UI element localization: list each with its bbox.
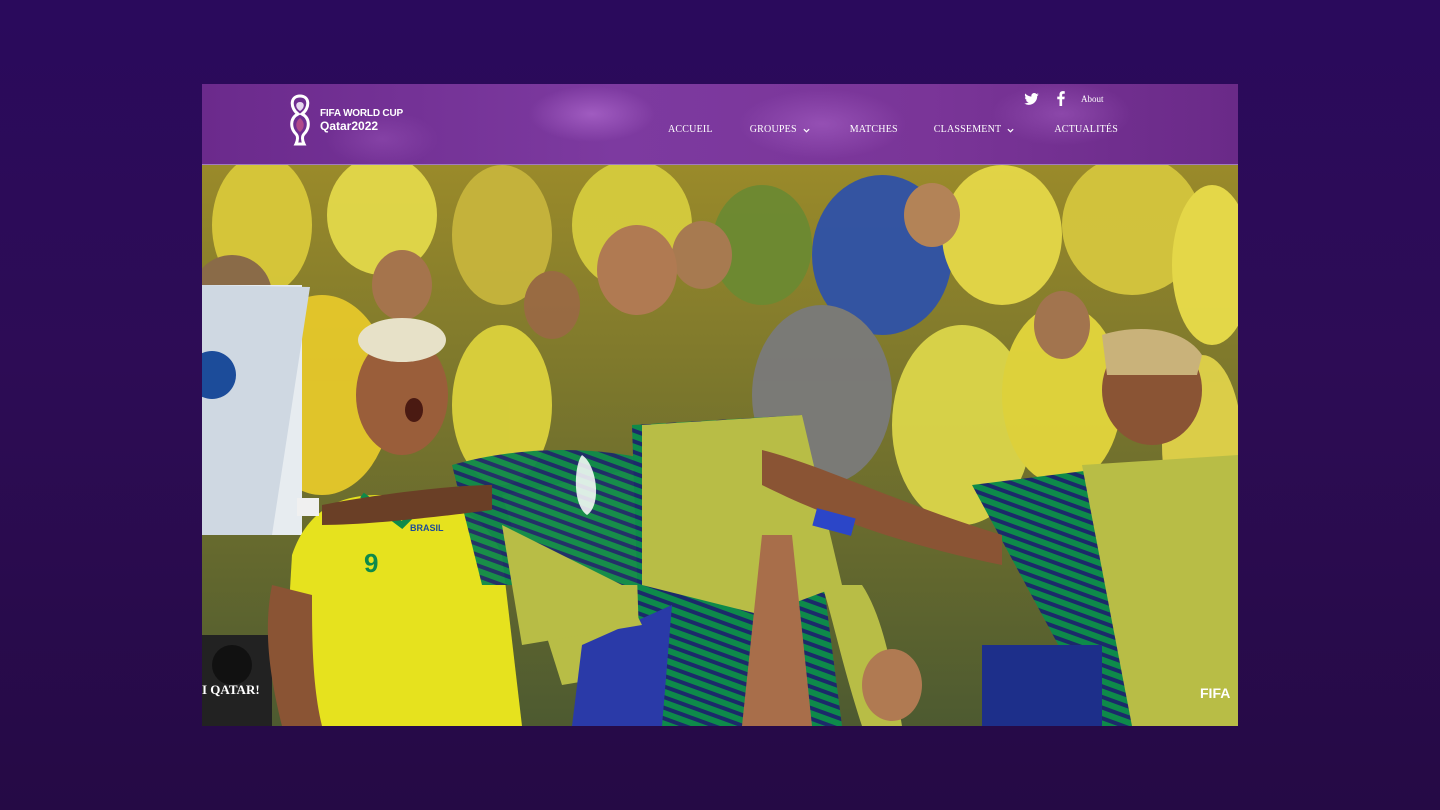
nav-item-groupes[interactable]: GROUPES [750,124,810,135]
chevron-down-icon [803,128,810,133]
facebook-icon[interactable] [1057,91,1065,106]
nav-item-accueil[interactable]: ACCUEIL [668,124,713,135]
jersey-text: BRASIL [410,523,444,533]
jersey-number: 9 [364,548,379,578]
chevron-down-icon [1007,128,1014,133]
website-viewport: FIFA WORLD CUP Qatar2022 About ACCUEIL G… [202,84,1238,726]
bib-text: FIFA [1200,685,1231,701]
main-nav: ACCUEIL GROUPES MATCHES CLASSEMENT ACTUA… [668,124,1118,135]
about-link[interactable]: About [1081,94,1104,104]
twitter-icon[interactable] [1024,92,1039,105]
nav-item-matches[interactable]: MATCHES [850,124,898,135]
nav-item-classement[interactable]: CLASSEMENT [934,124,1015,135]
nav-item-actualites[interactable]: ACTUALITÉS [1054,124,1118,135]
hero-photo: BRASIL 9 FIFA I QATAR! [202,165,1238,726]
banner-text: I QATAR! [202,682,260,697]
site-logo[interactable]: FIFA WORLD CUP Qatar2022 [286,92,403,148]
social-links: About [1024,91,1104,106]
site-header: FIFA WORLD CUP Qatar2022 About ACCUEIL G… [202,84,1238,165]
celebration-illustration [202,165,1238,726]
logo-subtitle: Qatar2022 [320,119,379,133]
world-cup-emblem-icon [290,94,310,146]
